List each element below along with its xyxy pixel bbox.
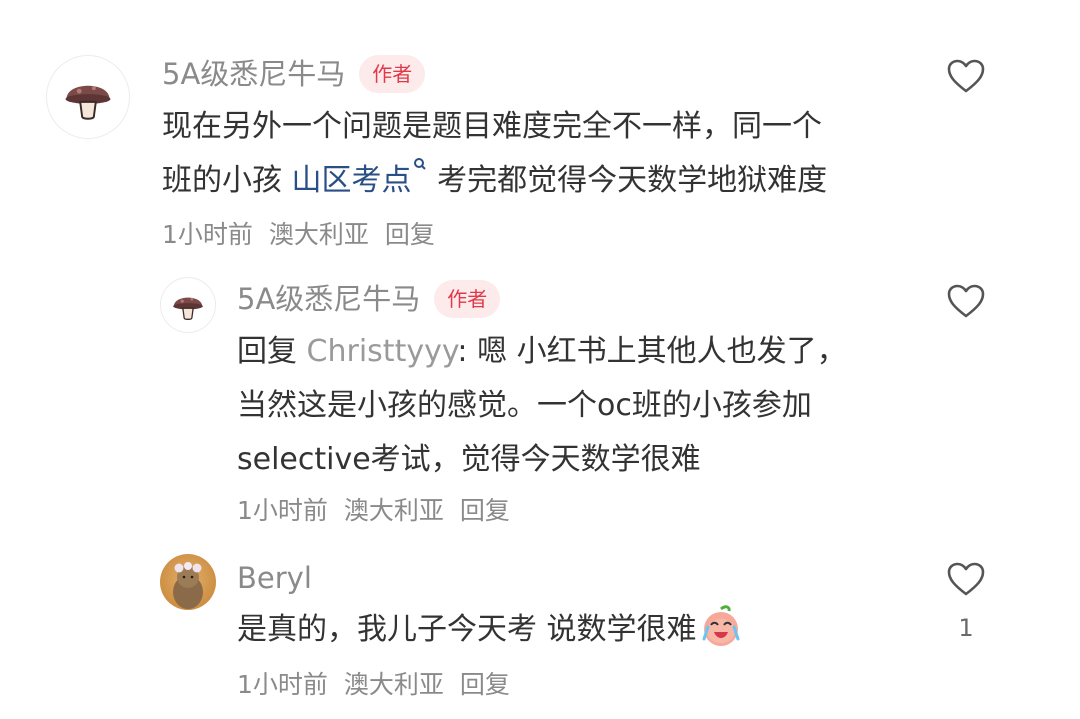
location: 澳大利亚 <box>343 496 444 525</box>
comment-text: 是真的，我儿子今天考 说数学很难 <box>237 603 743 657</box>
comment-text-line: 是真的，我儿子今天考 说数学很难 <box>237 603 743 657</box>
author-avatar[interactable] <box>46 55 130 139</box>
bear-photo-icon <box>160 554 216 610</box>
mushroom-icon <box>173 297 203 320</box>
like-heart-icon[interactable] <box>946 58 986 94</box>
name-row: Beryl <box>237 560 312 596</box>
reply-button[interactable]: 回复 <box>460 496 510 525</box>
author-avatar[interactable] <box>160 554 216 610</box>
location: 澳大利亚 <box>343 670 444 699</box>
comment-text-line: 现在另外一个问题是题目难度完全不一样，同一个 <box>162 109 822 144</box>
comment-meta: 1小时前 澳大利亚 回复 <box>237 670 510 700</box>
author-name[interactable]: 5A级悉尼牛马 <box>162 56 345 92</box>
text-segment: : 嗯 小红书上其他人也发了， <box>457 334 847 369</box>
search-icon <box>413 158 426 170</box>
location: 澳大利亚 <box>268 220 369 249</box>
text-segment: 是真的，我儿子今天考 说数学很难 <box>237 612 697 647</box>
author-badge: 作者 <box>434 280 501 318</box>
text-segment: 班的小孩 <box>162 163 292 198</box>
reply-to-user[interactable]: Christtyyy <box>307 334 458 369</box>
author-badge: 作者 <box>359 55 426 93</box>
topic-link-label: 山区考点 <box>291 163 412 198</box>
topic-link[interactable]: 山区考点 <box>291 158 428 198</box>
author-name[interactable]: 5A级悉尼牛马 <box>237 281 420 317</box>
crying-laughing-peach-emoji-icon <box>702 605 740 646</box>
timestamp: 1小时前 <box>237 670 328 699</box>
author-name[interactable]: Beryl <box>237 560 312 596</box>
comment-text: 现在另外一个问题是题目难度完全不一样，同一个 班的小孩 山区考点 考完都觉得今天… <box>162 100 827 208</box>
timestamp: 1小时前 <box>237 496 328 525</box>
timestamp: 1小时前 <box>162 220 253 249</box>
like-heart-icon[interactable] <box>946 561 986 597</box>
name-row: 5A级悉尼牛马 作者 <box>237 280 501 318</box>
comment-text: 回复 Christtyyy: 嗯 小红书上其他人也发了， 当然这是小孩的感觉。一… <box>237 325 847 487</box>
like-heart-icon[interactable] <box>946 283 986 319</box>
reply-prefix: 回复 <box>237 334 307 369</box>
like-count: 1 <box>958 614 974 642</box>
comment-meta: 1小时前 澳大利亚 回复 <box>162 220 435 250</box>
comment-text-line: selective考试，觉得今天数学很难 <box>237 442 701 477</box>
name-row: 5A级悉尼牛马 作者 <box>162 55 426 93</box>
comment-meta: 1小时前 澳大利亚 回复 <box>237 496 510 526</box>
comment-text-line: 回复 Christtyyy: 嗯 小红书上其他人也发了， <box>237 325 847 379</box>
mushroom-icon <box>65 85 111 120</box>
comment-text-line: 班的小孩 山区考点 考完都觉得今天数学地狱难度 <box>162 154 827 208</box>
reply-button[interactable]: 回复 <box>460 670 510 699</box>
reply-button[interactable]: 回复 <box>385 220 435 249</box>
author-avatar[interactable] <box>160 277 216 333</box>
text-segment: 考完都觉得今天数学地狱难度 <box>427 163 828 198</box>
comment-text-line: 当然这是小孩的感觉。一个oc班的小孩参加 <box>237 388 812 423</box>
